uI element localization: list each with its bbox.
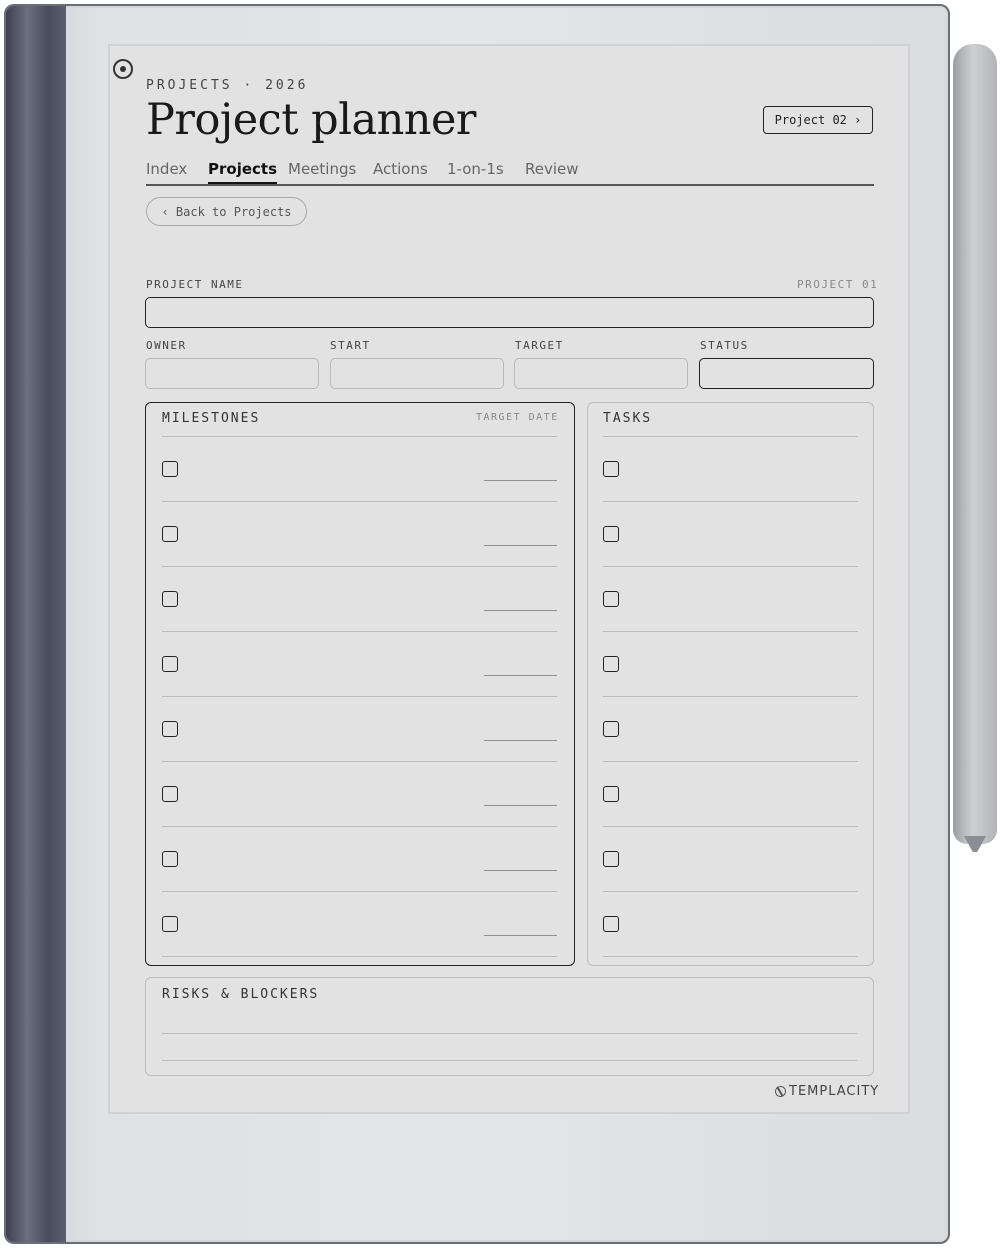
milestone-row-divider: [162, 566, 557, 567]
task-checkbox[interactable]: [603, 591, 619, 607]
milestone-checkbox[interactable]: [162, 656, 178, 672]
milestone-date-line[interactable]: [484, 545, 557, 546]
milestone-row-divider: [162, 891, 557, 892]
task-checkbox[interactable]: [603, 721, 619, 737]
task-checkbox[interactable]: [603, 786, 619, 802]
task-row-divider: [603, 696, 858, 697]
project-name-label: PROJECT NAME: [146, 278, 244, 291]
milestone-checkbox[interactable]: [162, 721, 178, 737]
brand-footer: TEMPLACITY: [772, 1083, 880, 1100]
target-date-label: TARGET DATE: [476, 412, 559, 423]
milestone-row-divider: [162, 436, 557, 437]
stylus-tip: [964, 836, 986, 852]
risks-title: RISKS & BLOCKERS: [162, 987, 320, 1002]
tablet-spine: [6, 6, 66, 1242]
task-row-divider: [603, 566, 858, 567]
milestone-row-divider: [162, 631, 557, 632]
risks-write-line[interactable]: [162, 1060, 857, 1061]
tab-meetings[interactable]: Meetings: [288, 160, 356, 178]
project-name-field[interactable]: [145, 297, 874, 328]
task-checkbox[interactable]: [603, 526, 619, 542]
target-field[interactable]: [514, 358, 688, 389]
task-checkbox[interactable]: [603, 916, 619, 932]
start-label: START: [330, 339, 371, 352]
brand-logo-icon: [772, 1083, 789, 1100]
tab-projects[interactable]: Projects: [208, 160, 278, 184]
power-icon[interactable]: [113, 59, 133, 79]
start-field[interactable]: [330, 358, 504, 389]
tab-1-on-1s[interactable]: 1-on-1s: [447, 160, 504, 178]
milestone-date-line[interactable]: [484, 935, 557, 936]
milestone-checkbox[interactable]: [162, 916, 178, 932]
milestone-date-line[interactable]: [484, 740, 557, 741]
owner-field[interactable]: [145, 358, 319, 389]
page-title: Project planner: [146, 95, 477, 145]
tab-index[interactable]: Index: [146, 160, 187, 178]
tab-actions[interactable]: Actions: [373, 160, 428, 178]
task-row-divider: [603, 631, 858, 632]
task-row-divider: [603, 501, 858, 502]
status-label: STATUS: [700, 339, 749, 352]
task-checkbox[interactable]: [603, 656, 619, 672]
brand-name: TEMPLACITY: [789, 1084, 880, 1099]
task-checkbox[interactable]: [603, 851, 619, 867]
milestone-date-line[interactable]: [484, 870, 557, 871]
milestones-title: MILESTONES: [162, 411, 261, 426]
task-row-divider: [603, 761, 858, 762]
risks-write-line[interactable]: [162, 1033, 857, 1034]
tab-bar: Index Projects Meetings Actions 1-on-1s …: [146, 160, 874, 186]
milestone-checkbox[interactable]: [162, 786, 178, 802]
task-row-divider: [603, 891, 858, 892]
project-number-label: PROJECT 01: [797, 278, 879, 291]
milestone-date-line[interactable]: [484, 480, 557, 481]
milestone-row-divider: [162, 761, 557, 762]
milestone-row-divider: [162, 696, 557, 697]
owner-label: OWNER: [146, 339, 187, 352]
page-eyebrow: PROJECTS · 2026: [146, 78, 309, 93]
milestone-date-line[interactable]: [484, 675, 557, 676]
stylus-pen: [953, 44, 997, 844]
task-checkbox[interactable]: [603, 461, 619, 477]
milestone-checkbox[interactable]: [162, 526, 178, 542]
milestone-checkbox[interactable]: [162, 461, 178, 477]
status-field[interactable]: [699, 358, 874, 389]
milestones-panel: [145, 402, 575, 966]
milestone-checkbox[interactable]: [162, 591, 178, 607]
tasks-title: TASKS: [603, 411, 653, 426]
tasks-panel: [587, 402, 874, 966]
tab-review[interactable]: Review: [525, 160, 579, 178]
task-row-divider: [603, 436, 858, 437]
back-to-projects-button[interactable]: ‹ Back to Projects: [146, 197, 307, 226]
target-label: TARGET: [515, 339, 564, 352]
next-project-button[interactable]: Project 02 ›: [763, 106, 873, 134]
task-row-divider: [603, 956, 858, 957]
milestone-row-divider: [162, 826, 557, 827]
milestone-date-line[interactable]: [484, 805, 557, 806]
milestone-row-divider: [162, 956, 557, 957]
milestone-checkbox[interactable]: [162, 851, 178, 867]
milestone-row-divider: [162, 501, 557, 502]
milestone-date-line[interactable]: [484, 610, 557, 611]
task-row-divider: [603, 826, 858, 827]
